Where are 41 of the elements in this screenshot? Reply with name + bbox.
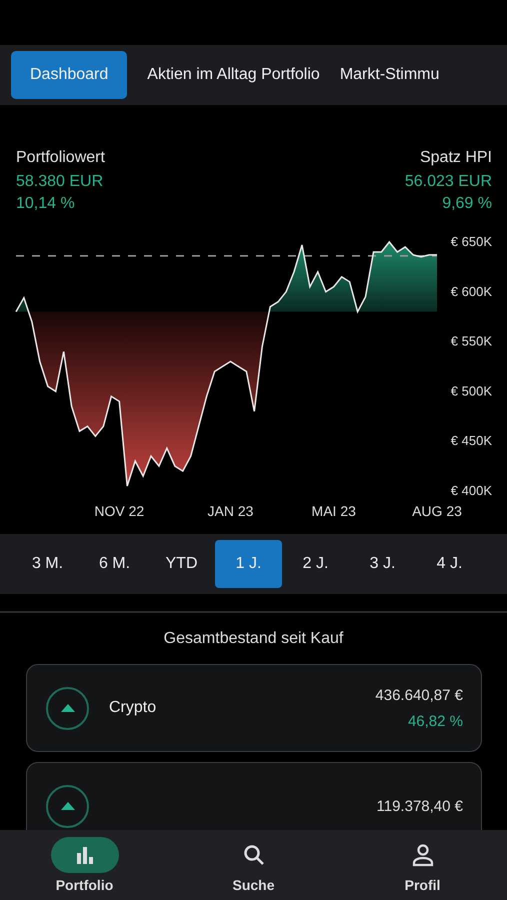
triangle-up-icon <box>60 802 74 810</box>
y-axis-label: € 500K <box>450 383 492 398</box>
tab[interactable]: Aktien im Alltag Portfolio <box>147 51 320 99</box>
metric-value: 56.023 EUR <box>404 173 492 191</box>
section-title: Gesamtbestand seit Kauf <box>162 630 344 648</box>
tab[interactable]: Markt-Stimmu <box>340 51 440 99</box>
metric-value: 58.380 EUR <box>16 173 104 191</box>
person-icon <box>412 843 434 867</box>
triangle-up-icon <box>60 704 74 712</box>
holding-value: 119.378,40 € <box>376 798 463 814</box>
search-icon <box>242 843 266 867</box>
holding-card[interactable]: 119.378,40 € <box>26 762 482 830</box>
holding-change: 46,82 % <box>408 712 463 730</box>
x-axis-label: NOV 22 <box>94 503 144 519</box>
metric-label: Spatz HPI <box>420 149 492 167</box>
metric-label: Portfoliowert <box>16 149 105 167</box>
nav-item[interactable]: Suche <box>169 830 338 900</box>
x-axis-label: MAI 23 <box>312 503 356 519</box>
range-tab[interactable]: 3 J. <box>349 540 416 588</box>
x-axis-label: JAN 23 <box>208 503 254 519</box>
metric-change: 9,69 % <box>442 195 492 213</box>
tab[interactable]: Dashboard <box>11 51 128 99</box>
range-tab[interactable]: 4 J. <box>416 540 483 588</box>
nav-item[interactable]: Portfolio <box>0 830 169 900</box>
holding-name: Crypto <box>109 699 158 717</box>
y-axis-label: € 450K <box>450 433 492 448</box>
y-axis-label: € 600K <box>450 284 492 299</box>
y-axis-label: € 650K <box>450 234 492 249</box>
holding-value: 436.640,87 € <box>375 686 463 704</box>
bar-chart-icon <box>74 846 94 864</box>
nav-item[interactable]: Profil <box>338 830 507 900</box>
range-tab[interactable]: 2 J. <box>282 540 349 588</box>
x-axis-label: AUG 23 <box>412 503 462 519</box>
range-tab[interactable]: 6 M. <box>81 540 148 588</box>
range-tab[interactable]: 3 M. <box>14 540 81 588</box>
metric-change: 10,14 % <box>16 195 75 213</box>
range-tab[interactable]: YTD <box>148 540 215 588</box>
holding-card[interactable]: Crypto 436.640,87 € 46,82 % <box>26 664 482 752</box>
y-axis-label: € 400K <box>450 483 492 498</box>
y-axis-label: € 550K <box>450 334 492 349</box>
range-tab[interactable]: 1 J. <box>215 540 282 588</box>
